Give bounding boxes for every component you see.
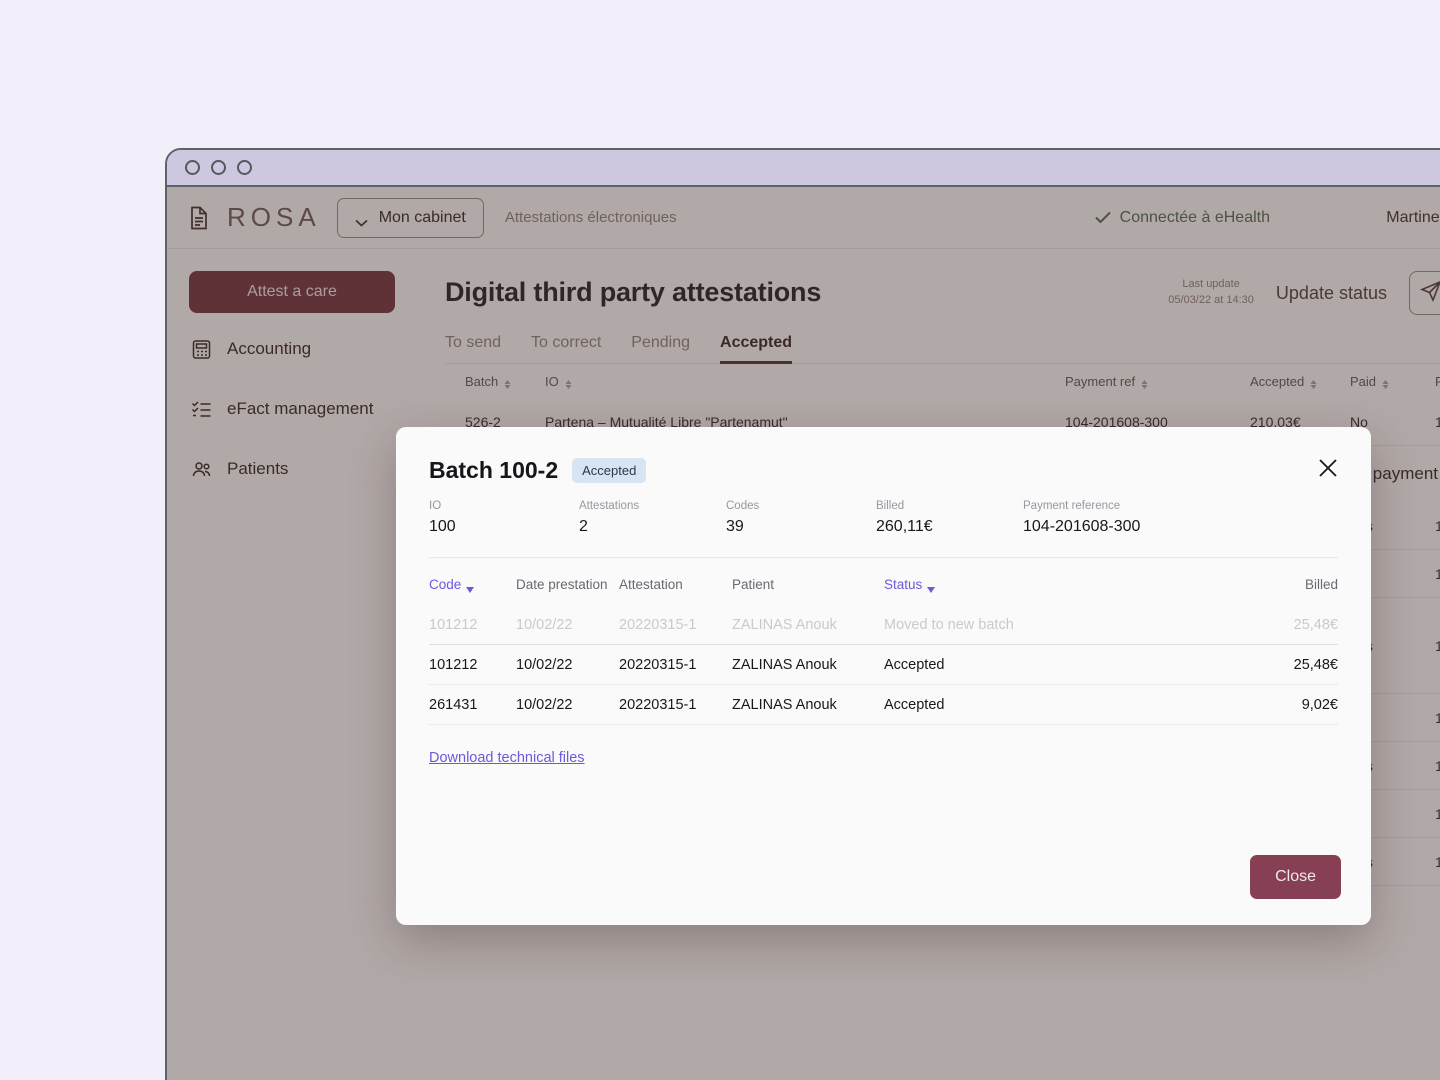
chevron-down-icon [927,581,936,593]
summary-codes-label: Codes [726,500,760,512]
cell-attestation: 20220315-1 [619,696,697,713]
cell-patient: ZALINAS Anouk [732,696,837,713]
modal-codes-table: Code Date prestation Attestation Patient… [429,563,1338,725]
summary-attestations: Attestations 2 [579,500,726,536]
batch-detail-modal: Batch 100-2 Accepted IO 100 Attestations… [396,427,1371,925]
cell-code: 101212 [429,656,478,673]
summary-codes-value: 39 [726,518,744,535]
cell-status: Moved to new batch [884,616,1014,633]
cell-date: 10/02/22 [516,696,573,713]
status-badge: Accepted [572,458,647,483]
close-button[interactable]: Close [1250,855,1341,899]
summary-io: IO 100 [429,500,579,536]
window-minimize-dot[interactable] [185,160,200,175]
modal-header: Batch 100-2 Accepted [429,457,1338,484]
modal-column-header-status-label: Status [884,576,923,592]
cell-code: 101212 [429,616,478,633]
summary-payment-reference-value: 104-201608-300 [1023,518,1141,535]
close-icon[interactable] [1315,455,1341,481]
summary-codes: Codes 39 [726,500,876,536]
browser-window: ROSA Mon cabinet Attestations électroniq… [165,148,1440,1080]
summary-payment-reference-label: Payment reference [1023,500,1121,512]
cell-status: Accepted [884,656,945,673]
summary-attestations-value: 2 [579,518,588,535]
modal-column-header-date-prestation: Date prestation [516,576,608,592]
modal-summary-divider [429,557,1338,558]
window-close-dot[interactable] [237,160,252,175]
cell-attestation: 20220315-1 [619,616,697,633]
cell-patient: ZALINAS Anouk [732,616,837,633]
cell-attestation: 20220315-1 [619,656,697,673]
cell-billed: 9,02€ [1301,696,1338,713]
chevron-down-icon [466,581,475,593]
cell-date: 10/02/22 [516,656,573,673]
cell-patient: ZALINAS Anouk [732,656,837,673]
modal-column-header-billed: Billed [1304,576,1338,592]
summary-payment-reference: Payment reference 104-201608-300 [1023,500,1283,536]
summary-io-label: IO [429,500,442,512]
download-technical-files-link[interactable]: Download technical files [429,750,585,766]
modal-column-header-attestation: Attestation [619,576,683,592]
summary-billed-value: 260,11€ [876,518,933,535]
screenshot-canvas: ROSA Mon cabinet Attestations électroniq… [0,0,1440,1080]
cell-date: 10/02/22 [516,616,573,633]
cell-billed: 25,48€ [1293,616,1338,633]
modal-column-header-code[interactable]: Code [429,576,516,593]
cell-code: 261431 [429,696,478,713]
cell-billed: 25,48€ [1293,656,1338,673]
modal-layer: Batch 100-2 Accepted IO 100 Attestations… [167,187,1440,1080]
modal-column-header-patient: Patient [732,576,775,592]
modal-column-header-status[interactable]: Status [884,576,1248,593]
cell-status: Accepted [884,696,945,713]
application-viewport: ROSA Mon cabinet Attestations électroniq… [167,187,1440,1080]
modal-table-row[interactable]: 101212 10/02/22 20220315-1 ZALINAS Anouk… [429,605,1338,645]
summary-attestations-label: Attestations [579,500,640,512]
summary-billed: Billed 260,11€ [876,500,1023,536]
window-maximize-dot[interactable] [211,160,226,175]
modal-table-header: Code Date prestation Attestation Patient… [429,563,1338,605]
modal-table-row[interactable]: 101212 10/02/22 20220315-1 ZALINAS Anouk… [429,645,1338,685]
modal-title: Batch 100-2 [429,457,559,483]
modal-summary: IO 100 Attestations 2 Codes 39 Billed 26… [429,500,1338,536]
summary-billed-label: Billed [876,500,905,512]
summary-io-value: 100 [429,518,456,535]
modal-column-header-code-label: Code [429,576,462,592]
modal-table-row[interactable]: 261431 10/02/22 20220315-1 ZALINAS Anouk… [429,685,1338,725]
browser-titlebar [167,150,1440,187]
